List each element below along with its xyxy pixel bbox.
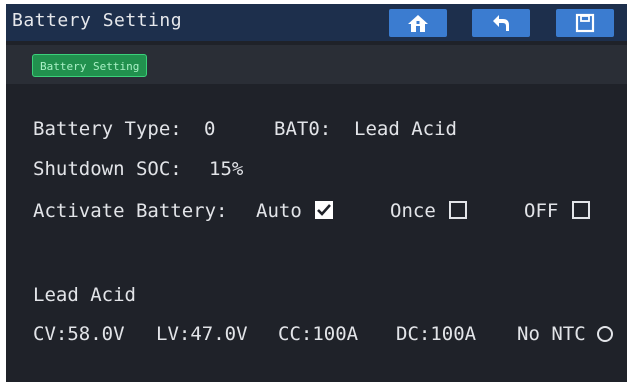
activate-battery-label: Activate Battery: (33, 200, 228, 222)
lv-value[interactable]: LV:47.0V (156, 323, 248, 345)
off-checkbox[interactable] (572, 201, 590, 219)
title-bar: Battery Setting (6, 4, 627, 41)
once-checkbox[interactable] (449, 201, 467, 219)
shutdown-soc-value[interactable]: 15% (209, 158, 243, 180)
battery-type-label: Battery Type: (33, 118, 182, 140)
no-ntc-label: No NTC (517, 323, 586, 345)
bat-value[interactable]: Lead Acid (354, 118, 457, 140)
save-icon (575, 13, 595, 33)
home-button[interactable] (389, 9, 447, 37)
shutdown-soc-label: Shutdown SOC: (33, 158, 182, 180)
checkmark-icon (317, 204, 331, 216)
option-auto-label: Auto (256, 200, 302, 222)
auto-checkbox[interactable] (315, 201, 333, 219)
tab-strip: Battery Setting (6, 45, 627, 84)
option-once-label: Once (390, 200, 436, 222)
dc-value[interactable]: DC:100A (396, 323, 476, 345)
battery-type-value[interactable]: 0 (204, 118, 215, 140)
lead-acid-title: Lead Acid (33, 284, 136, 306)
tab-battery-setting[interactable]: Battery Setting (32, 54, 148, 77)
no-ntc-radio[interactable] (597, 326, 613, 342)
home-icon (408, 15, 428, 32)
screen: Battery Setting Battery Setting Battery … (6, 4, 627, 382)
back-button[interactable] (472, 9, 530, 37)
cc-value[interactable]: CC:100A (278, 323, 358, 345)
option-off-label: OFF (524, 200, 559, 222)
page-title: Battery Setting (12, 10, 183, 31)
bat-label: BAT0: (274, 118, 332, 140)
cv-value[interactable]: CV:58.0V (33, 323, 125, 345)
back-icon (493, 15, 509, 31)
save-button[interactable] (556, 9, 614, 37)
